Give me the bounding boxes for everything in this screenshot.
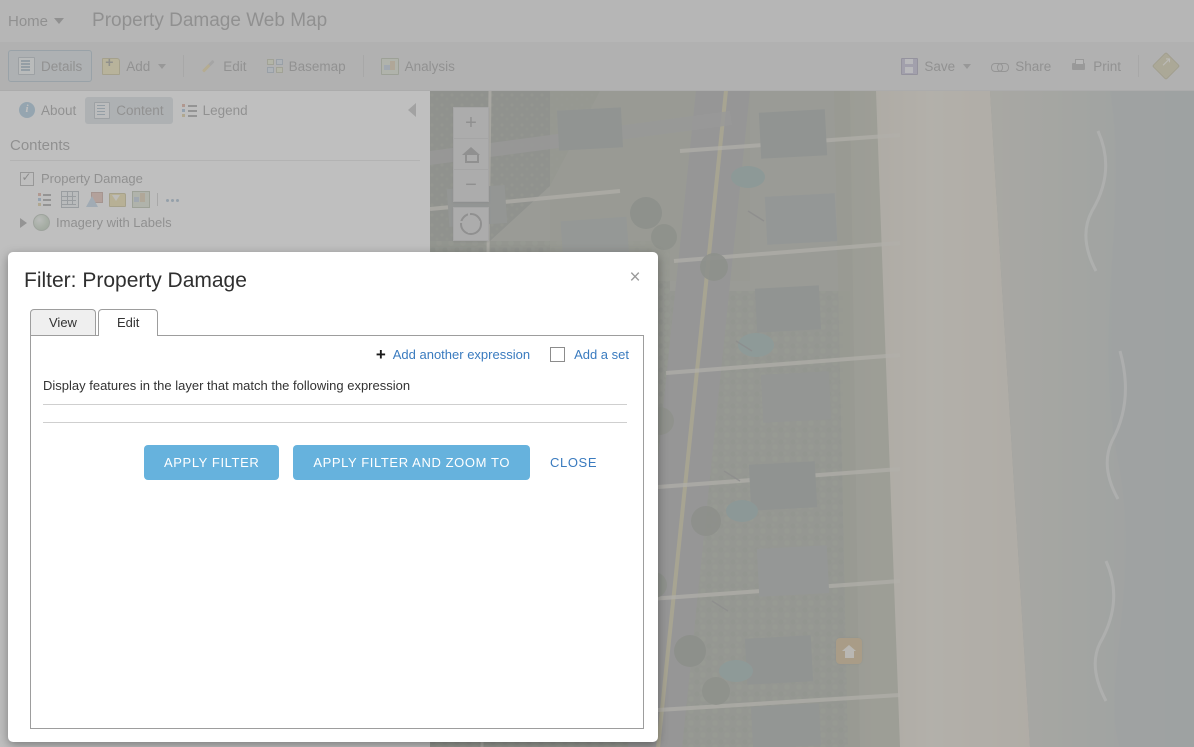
expression-actions: + Add another expression Add a set: [41, 345, 629, 364]
apply-filter-button[interactable]: APPLY FILTER: [144, 445, 280, 480]
add-another-expression-button[interactable]: + Add another expression: [375, 345, 531, 364]
divider: [43, 422, 627, 423]
close-button[interactable]: CLOSE: [544, 445, 603, 480]
dialog-title: Filter: Property Damage: [24, 269, 247, 292]
filter-edit-panel: + Add another expression Add a set Displ…: [30, 335, 644, 729]
add-set-checkbox[interactable]: [550, 347, 566, 362]
dialog-action-buttons: APPLY FILTER APPLY FILTER AND ZOOM TO CL…: [41, 445, 629, 480]
add-set-label: Add a set: [574, 347, 629, 362]
expression-description: Display features in the layer that match…: [43, 378, 411, 393]
tab-edit[interactable]: Edit: [97, 309, 159, 336]
filter-dialog: Filter: Property Damage × View Edit + Ad…: [8, 252, 658, 742]
close-icon[interactable]: ×: [624, 266, 646, 288]
tab-view[interactable]: View: [30, 309, 96, 335]
add-a-set-control[interactable]: Add a set: [550, 347, 629, 362]
add-expression-label: Add another expression: [392, 347, 531, 362]
apply-filter-and-zoom-button[interactable]: APPLY FILTER AND ZOOM TO: [293, 445, 531, 480]
dialog-tab-bar: View Edit: [8, 309, 658, 336]
divider: [43, 404, 627, 405]
plus-icon: +: [375, 345, 386, 364]
application-root: Home Property Damage Web Map Details Add…: [0, 0, 1194, 747]
